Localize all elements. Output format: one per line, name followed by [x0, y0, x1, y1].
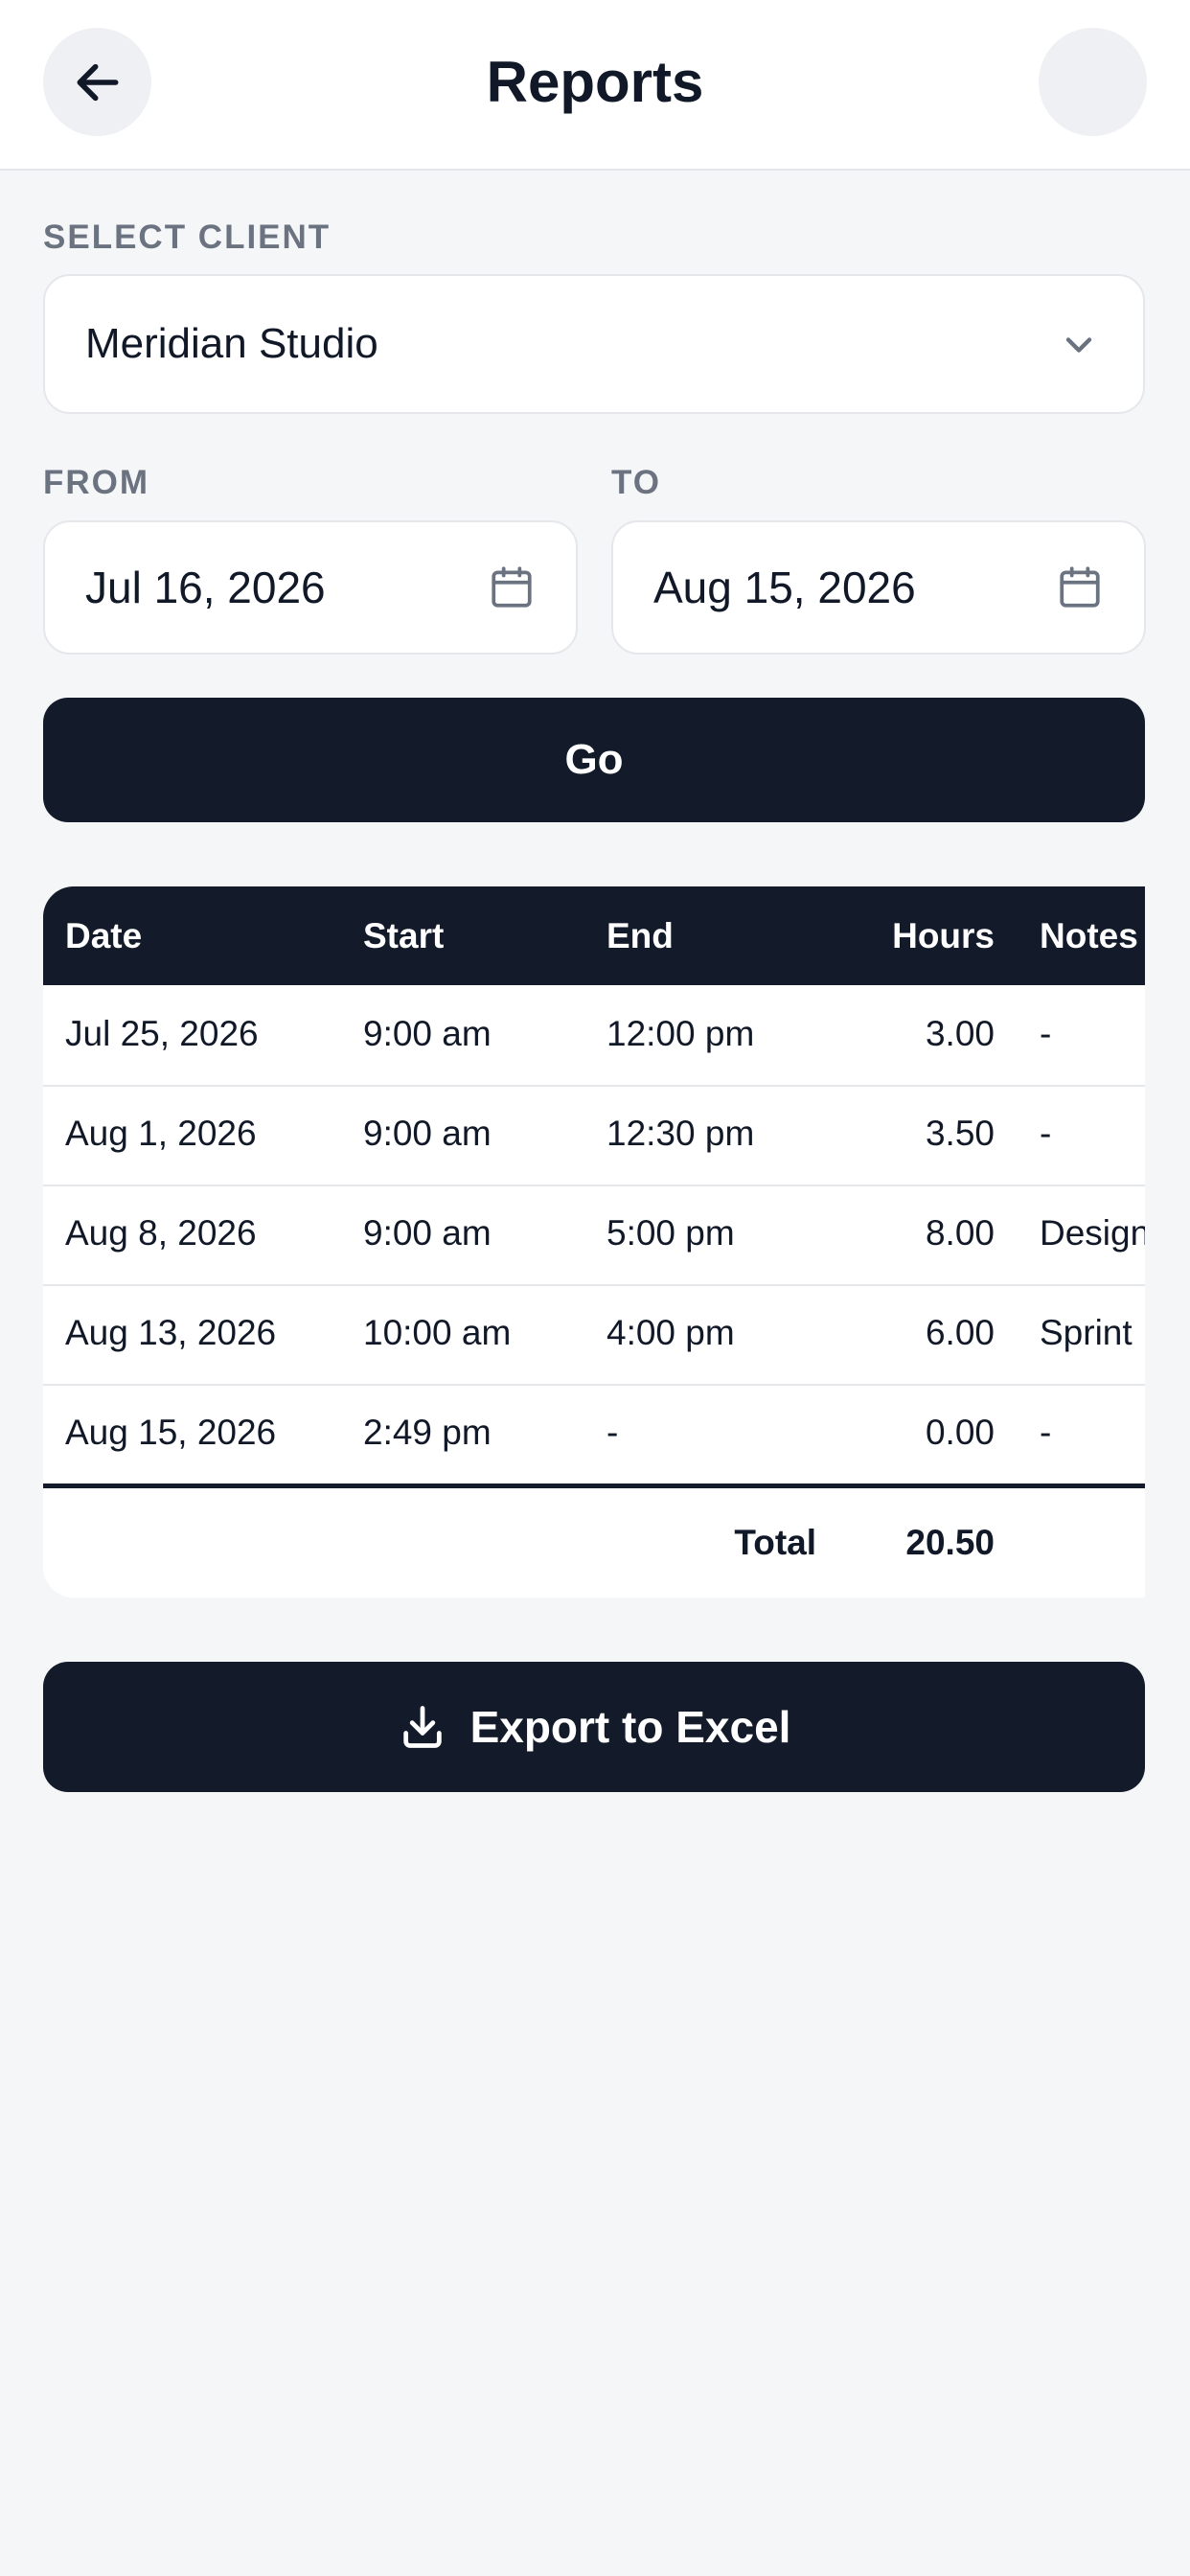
column-header-start: Start — [363, 916, 445, 955]
cell-hours: 6.00 — [925, 1313, 995, 1352]
column-header-date: Date — [65, 916, 143, 955]
from-label: FROM — [43, 464, 150, 501]
client-select[interactable]: Meridian Studio — [43, 274, 1145, 414]
cell-end: 5:00 pm — [606, 1213, 735, 1253]
cell-notes: - — [1040, 1014, 1052, 1053]
export-to-excel-button[interactable]: Export to Excel — [43, 1662, 1145, 1792]
table-header-row: Date Start End Hours Notes — [43, 886, 1145, 985]
cell-date: Aug 15, 2026 — [65, 1413, 277, 1452]
cell-start: 10:00 am — [363, 1313, 512, 1352]
column-header-notes: Notes — [1040, 916, 1138, 955]
table-row: Jul 25, 2026 9:00 am 12:00 pm 3.00 - — [43, 985, 1145, 1087]
cell-hours: 3.00 — [925, 1014, 995, 1053]
cell-start: 9:00 am — [363, 1114, 492, 1153]
app-header: Reports — [0, 0, 1190, 171]
cell-notes: Sprint — [1040, 1313, 1133, 1352]
calendar-icon — [1060, 566, 1100, 608]
cell-notes: - — [1040, 1114, 1052, 1153]
column-header-end: End — [606, 916, 674, 955]
cell-notes: - — [1040, 1413, 1052, 1452]
cell-hours: 8.00 — [925, 1213, 995, 1253]
cell-hours: 3.50 — [925, 1114, 995, 1153]
client-select-value: Meridian Studio — [85, 320, 378, 367]
page-title: Reports — [486, 50, 704, 114]
cell-start: 9:00 am — [363, 1014, 492, 1053]
table-row: Aug 1, 2026 9:00 am 12:30 pm 3.50 - — [43, 1085, 1145, 1186]
chevron-down-icon — [1065, 337, 1092, 353]
cell-end: 12:00 pm — [606, 1014, 755, 1053]
total-label: Total — [734, 1523, 816, 1562]
report-table[interactable]: Date Start End Hours Notes Jul 25, 2026 … — [43, 886, 1145, 1598]
table-row: Aug 13, 2026 10:00 am 4:00 pm 6.00 Sprin… — [43, 1284, 1145, 1386]
from-date-field[interactable]: Jul 16, 2026 — [43, 520, 578, 655]
cell-date: Aug 1, 2026 — [65, 1114, 257, 1153]
go-button-label: Go — [564, 736, 624, 783]
select-client-label: SELECT CLIENT — [43, 218, 332, 256]
cell-start: 2:49 pm — [363, 1413, 492, 1452]
calendar-icon — [492, 566, 532, 608]
total-row: Total 20.50 — [43, 1488, 1145, 1598]
cell-date: Aug 13, 2026 — [65, 1313, 277, 1352]
table-row: Aug 8, 2026 9:00 am 5:00 pm 8.00 Design — [43, 1184, 1145, 1286]
total-hours-value: 20.50 — [905, 1523, 995, 1562]
download-icon — [402, 1706, 442, 1748]
cell-end: 12:30 pm — [606, 1114, 755, 1153]
avatar[interactable] — [1039, 28, 1147, 136]
column-header-hours: Hours — [892, 916, 995, 955]
cell-start: 9:00 am — [363, 1213, 492, 1253]
cell-notes: Design — [1040, 1213, 1145, 1253]
export-button-label: Export to Excel — [469, 1702, 791, 1752]
to-date-value: Aug 15, 2026 — [653, 563, 916, 612]
table-row: Aug 15, 2026 2:49 pm - 0.00 - — [43, 1384, 1145, 1484]
cell-end: - — [606, 1413, 619, 1452]
go-button[interactable]: Go — [43, 698, 1145, 822]
cell-hours: 0.00 — [925, 1413, 995, 1452]
to-label: TO — [611, 464, 661, 501]
from-date-value: Jul 16, 2026 — [85, 563, 326, 612]
cell-date: Aug 8, 2026 — [65, 1213, 257, 1253]
cell-end: 4:00 pm — [606, 1313, 735, 1352]
cell-date: Jul 25, 2026 — [65, 1014, 259, 1053]
to-date-field[interactable]: Aug 15, 2026 — [611, 520, 1146, 655]
